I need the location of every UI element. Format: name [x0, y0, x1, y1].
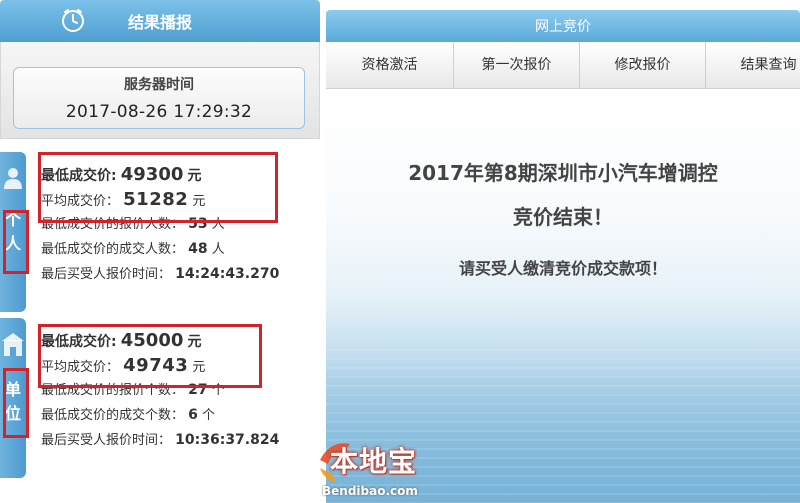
- watermark-site: Bendibao.com: [322, 484, 418, 498]
- individual-winners-value: 48: [188, 241, 208, 257]
- individual-last-time-value: 14:24:43.270: [175, 266, 280, 282]
- server-time-box: 服务器时间 2017-08-26 17:29:32: [13, 67, 305, 129]
- bidding-end-message-line2: 竞价结束！: [513, 205, 613, 229]
- organization-last-time-value: 10:36:37.824: [175, 432, 280, 448]
- clock-icon: [62, 9, 84, 32]
- individual-winners-label: 最低成交价的成交人数：: [41, 242, 185, 257]
- individual-price-highlight: [38, 152, 278, 223]
- tab-result-query[interactable]: 结果查询: [706, 42, 800, 88]
- bidding-tabs: 资格激活 第一次报价 修改报价 结果查询: [326, 42, 800, 89]
- server-time-section: 服务器时间 2017-08-26 17:29:32: [0, 42, 320, 139]
- online-bidding-header: 网上竞价: [326, 10, 800, 42]
- individual-last-time-label: 最后买受人报价时间：: [41, 267, 172, 282]
- tab-first-bid[interactable]: 第一次报价: [454, 42, 580, 88]
- watermark-name: 本地宝: [330, 445, 418, 478]
- organization-tab-highlight: [3, 368, 29, 438]
- tab-qualification-activation[interactable]: 资格激活: [326, 42, 454, 88]
- individual-tab-highlight: [3, 210, 29, 274]
- result-broadcast-header: 结果播报: [0, 0, 320, 42]
- building-icon: [2, 333, 24, 356]
- organization-winners-label: 最低成交价的成交个数：: [41, 408, 185, 423]
- organization-price-highlight: [38, 324, 262, 388]
- person-icon: [4, 168, 22, 189]
- result-broadcast-title: 结果播报: [127, 13, 192, 32]
- server-time-value: 2017-08-26 17:29:32: [65, 102, 253, 122]
- tab-modify-bid[interactable]: 修改报价: [580, 42, 706, 88]
- organization-last-time-label: 最后买受人报价时间：: [41, 433, 172, 448]
- bidding-end-message-line1: 2017年第8期深圳市小汽车增调控: [408, 161, 718, 185]
- online-bidding-title: 网上竞价: [535, 19, 591, 35]
- online-bidding-panel: 网上竞价 资格激活 第一次报价 修改报价 结果查询 2017年第8期深圳市小汽车…: [326, 0, 800, 503]
- organization-winners-value: 6: [188, 407, 198, 423]
- payment-reminder-message: 请买受人缴清竞价成交款项！: [458, 259, 667, 278]
- result-broadcast-panel: 结果播报 服务器时间 2017-08-26 17:29:32 个 人 最低成交价…: [0, 0, 322, 503]
- individual-winners-unit: 人: [211, 242, 225, 257]
- server-time-label: 服务器时间: [124, 77, 194, 93]
- organization-winners-unit: 个: [202, 408, 216, 423]
